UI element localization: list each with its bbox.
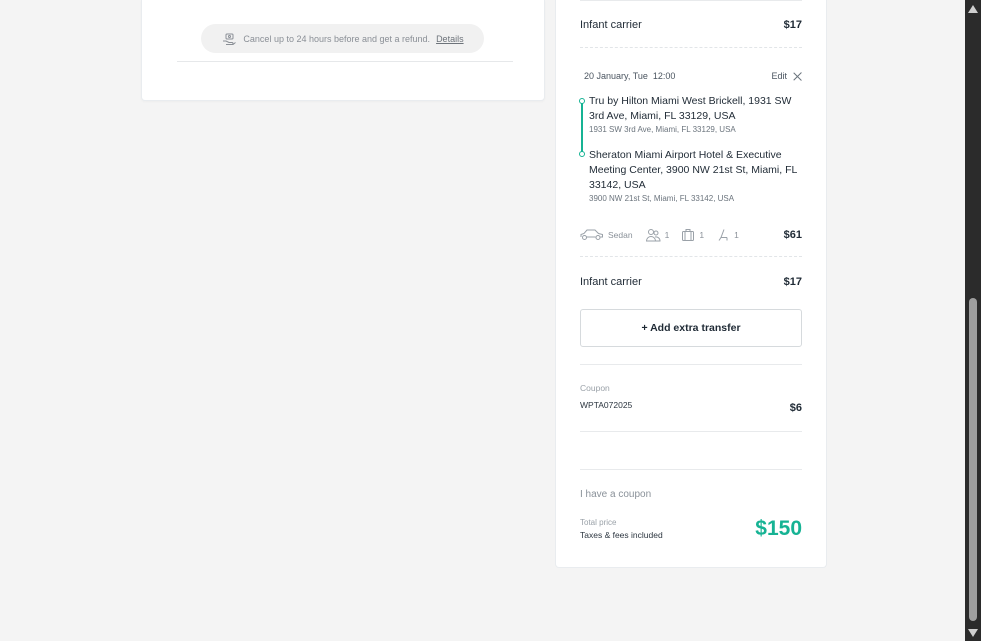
info-card: Cancel up to 24 hours before and get a r… — [141, 0, 545, 101]
pickup-sub: 1931 SW 3rd Ave, Miami, FL 33129, USA — [589, 125, 736, 134]
pickup-main: Tru by Hilton Miami West Brickell, 1931 … — [589, 95, 792, 122]
divider — [580, 47, 802, 48]
extra-price: $17 — [783, 19, 802, 31]
passengers-count: 1 — [664, 230, 670, 240]
coupon-section: Coupon WPTA072025 $6 — [580, 383, 802, 414]
coupon-code: WPTA072025 — [580, 400, 633, 410]
transfer-header: 20 January, Tue 12:00 Edit — [580, 71, 802, 81]
divider — [580, 364, 802, 365]
booking-summary: Infant carrier $17 20 January, Tue 12:00… — [555, 0, 827, 568]
scrollbar-thumb[interactable] — [969, 298, 977, 621]
total-labels: Total price Taxes & fees included — [580, 518, 663, 540]
scroll-down-icon[interactable] — [968, 629, 978, 637]
seats: 1 — [716, 228, 739, 242]
route-line — [581, 99, 583, 152]
passengers: 1 — [645, 228, 670, 242]
close-icon[interactable] — [793, 72, 802, 81]
extra-label: Infant carrier — [580, 276, 642, 288]
coupon-amount: $6 — [789, 402, 802, 414]
car-type: Sedan — [580, 228, 633, 242]
divider — [580, 469, 802, 470]
divider — [580, 431, 802, 432]
coupon-row: WPTA072025 $6 — [580, 396, 802, 414]
transfer-specs: Sedan 1 1 1 $61 — [580, 228, 802, 242]
divider — [580, 256, 802, 257]
route-start-dot — [579, 98, 585, 104]
luggage: 1 — [681, 228, 704, 242]
scrollbar[interactable] — [965, 0, 981, 641]
transfer-time: 12:00 — [652, 71, 676, 81]
have-coupon-link[interactable]: I have a coupon — [580, 489, 802, 500]
luggage-icon — [682, 229, 695, 241]
pickup-address: Tru by Hilton Miami West Brickell, 1931 … — [589, 94, 805, 134]
vehicle-specs: Sedan 1 1 1 — [580, 228, 751, 242]
divider — [177, 61, 513, 62]
extra-infant-carrier-1: Infant carrier $17 — [580, 19, 802, 31]
total-price-amount: $150 — [755, 517, 802, 540]
transfer-datetime: 20 January, Tue 12:00 — [580, 71, 675, 81]
refund-hand-icon — [221, 31, 237, 47]
add-extra-transfer-button[interactable]: + Add extra transfer — [580, 309, 802, 347]
transfer-actions: Edit — [771, 71, 802, 81]
car-icon — [580, 229, 603, 240]
dropoff-sub: 3900 NW 21st St, Miami, FL 33142, USA — [589, 194, 735, 203]
dropoff-address: Sheraton Miami Airport Hotel & Executive… — [589, 148, 805, 203]
refund-details-link[interactable]: Details — [436, 34, 464, 44]
car-type-label: Sedan — [608, 230, 633, 240]
refund-notice: Cancel up to 24 hours before and get a r… — [201, 24, 484, 53]
luggage-count: 1 — [699, 230, 705, 240]
transfer-price: $61 — [783, 229, 802, 241]
seats-count: 1 — [734, 230, 739, 240]
extra-label: Infant carrier — [580, 19, 642, 31]
edit-transfer-button[interactable]: Edit — [771, 71, 787, 81]
scroll-up-icon[interactable] — [968, 5, 978, 13]
total-section: Total price Taxes & fees included $150 — [580, 517, 802, 541]
refund-text: Cancel up to 24 hours before and get a r… — [243, 33, 431, 44]
dropoff-main: Sheraton Miami Airport Hotel & Executive… — [589, 149, 797, 191]
child-seat-icon — [718, 229, 728, 241]
route-end-dot — [579, 151, 585, 157]
divider — [580, 0, 802, 1]
extra-price: $17 — [783, 276, 802, 288]
total-price-label: Total price — [580, 518, 617, 527]
passengers-icon — [645, 229, 661, 242]
coupon-label: Coupon — [580, 383, 610, 393]
taxes-label: Taxes & fees included — [580, 530, 663, 540]
transfer-date: 20 January, Tue — [584, 71, 648, 81]
extra-infant-carrier-2: Infant carrier $17 — [580, 276, 802, 288]
